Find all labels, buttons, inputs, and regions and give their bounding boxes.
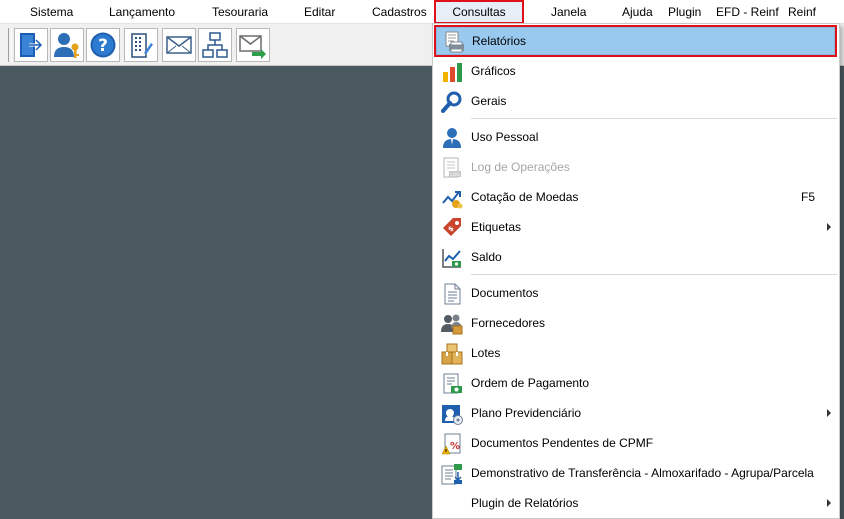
user-key-button[interactable] [50, 28, 84, 62]
pending-document-icon: % [441, 433, 463, 455]
exit-icon [20, 33, 44, 57]
building-icon [131, 33, 153, 58]
shortcut-label: F5 [800, 190, 815, 204]
menu-item-demonstrativo-transferencia[interactable]: Demonstrativo de Transferência - Almoxar… [433, 458, 839, 488]
menu-editar[interactable]: Editar [304, 0, 335, 24]
suppliers-icon [441, 313, 463, 335]
menu-item-relatorios[interactable]: Relatórios [434, 25, 837, 57]
bar-chart-icon [441, 61, 463, 83]
menu-bar: Sistema Lançamento Tesouraria Editar Cad… [0, 0, 844, 24]
building-button[interactable] [124, 28, 158, 62]
svg-text:%: % [450, 441, 460, 452]
menu-item-documentos[interactable]: Documentos [433, 278, 839, 308]
menu-item-label: Ordem de Pagamento [471, 376, 590, 390]
menu-plugin[interactable]: Plugin [668, 0, 701, 24]
menu-item-log-de-operacoes[interactable]: LOG Log de Operações [433, 152, 839, 182]
menu-item-cotacao-de-moedas[interactable]: Cotação de Moedas F5 [433, 182, 839, 212]
menu-item-uso-pessoal[interactable]: Uso Pessoal [433, 122, 839, 152]
mail-icon [166, 36, 192, 54]
menu-lancamento[interactable]: Lançamento [109, 0, 175, 24]
price-tag-icon: $ [441, 217, 463, 239]
payment-order-icon [441, 373, 463, 395]
help-icon: ? [90, 32, 116, 58]
submenu-arrow-icon [827, 409, 831, 417]
toolbar-grip[interactable] [8, 28, 12, 62]
help-button[interactable]: ? [86, 28, 120, 62]
menu-item-label: Demonstrativo de Transferência - Almoxar… [471, 466, 814, 480]
network-icon [202, 32, 228, 58]
balance-chart-icon [441, 247, 463, 269]
pension-plan-icon [441, 403, 463, 425]
mail-button[interactable] [162, 28, 196, 62]
menu-item-label: Fornecedores [471, 316, 546, 330]
report-printer-icon [443, 31, 465, 53]
menu-item-label: Uso Pessoal [471, 130, 539, 144]
menu-item-label: Documentos Pendentes de CPMF [471, 436, 654, 450]
mail-send-icon [239, 35, 266, 59]
menu-item-label: Plano Previdenciário [471, 406, 582, 420]
exit-button[interactable] [14, 28, 48, 62]
consultas-dropdown-menu: Relatórios Gráficos Gerais Uso Pessoal L… [432, 23, 840, 519]
menu-item-label: Etiquetas [471, 220, 522, 234]
currency-chart-icon [441, 187, 463, 209]
menu-item-label: Plugin de Relatórios [471, 496, 579, 510]
menu-item-etiquetas[interactable]: $ Etiquetas [433, 212, 839, 242]
menu-item-plugin-de-relatorios[interactable]: Plugin de Relatórios [433, 488, 839, 518]
menu-item-graficos[interactable]: Gráficos [433, 56, 839, 86]
magnifier-icon [441, 91, 463, 113]
menu-item-label: Saldo [471, 250, 502, 264]
menu-item-ordem-de-pagamento[interactable]: Ordem de Pagamento [433, 368, 839, 398]
menu-item-gerais[interactable]: Gerais [433, 86, 839, 116]
submenu-arrow-icon [827, 223, 831, 231]
menu-efd-reinf[interactable]: EFD - Reinf [716, 0, 779, 24]
menu-cadastros[interactable]: Cadastros [372, 0, 427, 24]
menu-consultas[interactable]: Consultas [434, 0, 524, 24]
transfer-report-icon [441, 463, 463, 485]
menu-item-label: Gerais [471, 94, 507, 108]
menu-separator [471, 274, 837, 275]
menu-item-label: Documentos [471, 286, 539, 300]
menu-item-label: Gráficos [471, 64, 516, 78]
menu-item-documentos-pendentes-cpmf[interactable]: % Documentos Pendentes de CPMF [433, 428, 839, 458]
svg-text:LOG: LOG [450, 172, 460, 178]
menu-item-label: Lotes [471, 346, 501, 360]
document-icon [441, 283, 463, 305]
menu-item-label: Log de Operações [471, 160, 570, 174]
menu-item-saldo[interactable]: Saldo [433, 242, 839, 272]
user-key-icon [54, 33, 79, 58]
menu-ajuda[interactable]: Ajuda [622, 0, 653, 24]
menu-item-fornecedores[interactable]: Fornecedores [433, 308, 839, 338]
svg-text:?: ? [98, 36, 108, 56]
menu-item-label: Cotação de Moedas [471, 190, 579, 204]
menu-item-lotes[interactable]: Lotes [433, 338, 839, 368]
menu-sistema[interactable]: Sistema [30, 0, 73, 24]
menu-janela[interactable]: Janela [551, 0, 586, 24]
menu-item-label: Relatórios [472, 34, 527, 48]
menu-reinf[interactable]: Reinf [788, 0, 816, 24]
boxes-icon [441, 343, 463, 365]
mail-send-button[interactable] [236, 28, 270, 62]
submenu-arrow-icon [827, 499, 831, 507]
log-document-icon: LOG [441, 157, 463, 179]
network-button[interactable] [198, 28, 232, 62]
menu-tesouraria[interactable]: Tesouraria [212, 0, 268, 24]
person-icon [441, 127, 463, 149]
menu-item-plano-previdenciario[interactable]: Plano Previdenciário [433, 398, 839, 428]
menu-separator [471, 118, 837, 119]
